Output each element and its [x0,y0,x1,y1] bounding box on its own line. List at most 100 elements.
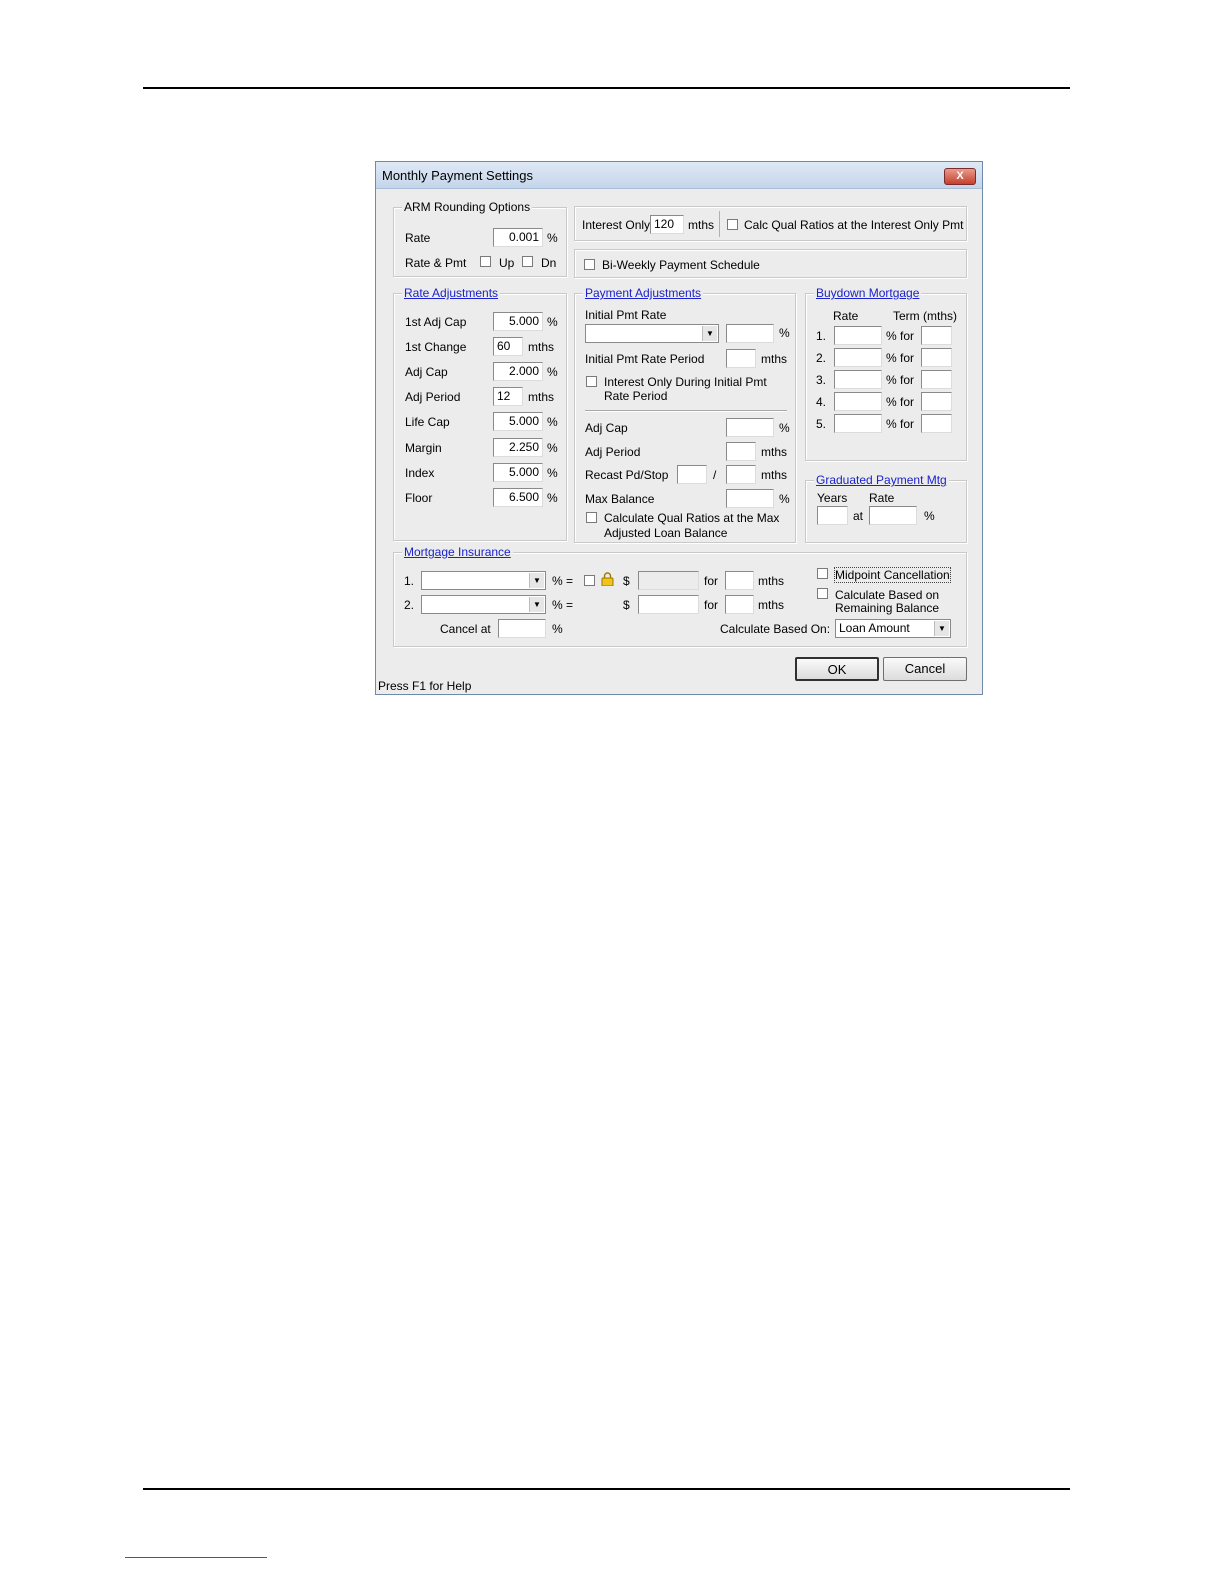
calc-based-on-dropdown[interactable]: Loan Amount ▼ [835,619,951,638]
rounding-rate-label: Rate [405,231,431,245]
chevron-down-icon[interactable]: ▼ [529,597,544,612]
close-button[interactable]: X [944,168,976,185]
interest-only-input[interactable]: 120 [650,215,684,234]
initial-pmt-rate-input[interactable] [726,324,774,343]
buydown-rate-input[interactable] [834,348,882,367]
buydown-term-input[interactable] [921,392,952,411]
buydown-rate-input[interactable] [834,414,882,433]
adj-period-input[interactable]: 12 [493,387,523,406]
initial-pmt-rate-dropdown[interactable]: ▼ [585,324,719,343]
graduated-years-header: Years [817,491,848,505]
buydown-term-input[interactable] [921,326,952,345]
initial-pmt-period-label: Initial Pmt Rate Period [585,352,705,366]
recast-period-input[interactable] [677,465,707,484]
initial-pmt-period-input[interactable] [726,349,756,368]
rate-pmt-label: Rate & Pmt [405,256,467,270]
mi-row2-mths-input[interactable] [725,595,754,614]
adj-cap-input[interactable]: 2.000 [493,362,543,381]
midpoint-cancellation-checkbox[interactable] [817,568,828,579]
buydown-term-input[interactable] [921,348,952,367]
margin-label: Margin [405,441,442,455]
mortgage-insurance-title[interactable]: Mortgage Insurance [402,545,513,559]
pa-adj-period-label: Adj Period [585,445,641,459]
payment-adjustments-group: Payment Adjustments Initial Pmt Rate ▼ %… [574,286,796,543]
ok-button[interactable]: OK [795,657,879,681]
adj-cap-label: Adj Cap [405,365,448,379]
first-adj-cap-input[interactable]: 5.000 [493,312,543,331]
rate-adjustments-title[interactable]: Rate Adjustments [402,286,501,300]
calc-remaining-label-2: Remaining Balance [835,601,940,615]
graduated-rate-input[interactable] [869,506,917,525]
buydown-term-input[interactable] [921,414,952,433]
interest-only-during-label-2: Rate Period [604,389,668,403]
margin-input[interactable]: 2.250 [493,438,543,457]
interest-only-divider [719,211,720,237]
mi-row1-dropdown[interactable]: ▼ [421,571,546,590]
lock-icon [601,572,614,587]
chevron-down-icon[interactable]: ▼ [934,621,949,636]
adj-period-unit: mths [528,390,555,404]
buydown-group: Buydown Mortgage Rate Term (mths) 1. % f… [805,286,967,461]
rounding-rate-input[interactable]: 0.001 [493,228,543,247]
graduated-payment-title[interactable]: Graduated Payment Mtg [814,473,949,487]
floor-unit: % [547,491,558,505]
cancel-button[interactable]: Cancel [883,657,967,681]
buydown-row-num: 3. [816,373,827,387]
chevron-down-icon[interactable]: ▼ [529,573,544,588]
max-balance-label: Max Balance [585,492,655,506]
arm-rounding-group: ARM Rounding Options Rate 0.001 % Rate &… [393,200,567,277]
cancel-at-input[interactable] [498,619,546,638]
round-dn-checkbox[interactable] [522,256,533,267]
graduated-years-input[interactable] [817,506,848,525]
first-change-input[interactable]: 60 [493,337,523,356]
graduated-at-label: at [853,509,864,523]
mi-row1-pct-eq: % = [552,574,574,588]
recast-stop-input[interactable] [726,465,756,484]
buydown-row-num: 1. [816,329,827,343]
calc-qual-max-checkbox[interactable] [586,512,597,523]
title-bar: Monthly Payment Settings X [376,162,982,189]
buydown-pct-for: % for [886,329,915,343]
buydown-row-num: 4. [816,395,827,409]
biweekly-checkbox[interactable] [584,259,595,270]
floor-label: Floor [405,491,433,505]
first-adj-cap-unit: % [547,315,558,329]
buydown-row-num: 2. [816,351,827,365]
pa-adj-cap-input[interactable] [726,418,774,437]
initial-pmt-period-unit: mths [761,352,788,366]
mi-row2-mths: mths [758,598,785,612]
mi-lock-checkbox[interactable] [584,575,595,586]
mi-row1-mths-input[interactable] [725,571,754,590]
recast-slash: / [713,468,717,482]
calc-qual-max-label-1: Calculate Qual Ratios at the Max [604,511,780,525]
mi-row2-dropdown[interactable]: ▼ [421,595,546,614]
chevron-down-icon[interactable]: ▼ [702,326,717,341]
graduated-rate-header: Rate [869,491,895,505]
mortgage-insurance-group: Mortgage Insurance 1. ▼ % = $ for mths 2… [393,545,967,647]
calc-qual-interest-only-checkbox[interactable] [727,219,738,230]
round-up-checkbox[interactable] [480,256,491,267]
buydown-rate-input[interactable] [834,370,882,389]
buydown-rate-input[interactable] [834,392,882,411]
payment-adjustments-title[interactable]: Payment Adjustments [583,286,704,300]
calc-qual-max-label-2: Adjusted Loan Balance [604,526,728,540]
index-input[interactable]: 5.000 [493,463,543,482]
calc-remaining-balance-checkbox[interactable] [817,588,828,599]
interest-only-label: Interest Only [582,218,651,232]
rounding-rate-pct: % [547,231,558,245]
buydown-rate-input[interactable] [834,326,882,345]
mi-row1-amount-input[interactable] [638,571,699,590]
life-cap-label: Life Cap [405,415,450,429]
floor-input[interactable]: 6.500 [493,488,543,507]
biweekly-group: Bi-Weekly Payment Schedule [574,249,967,278]
interest-only-during-checkbox[interactable] [586,376,597,387]
buydown-title[interactable]: Buydown Mortgage [814,286,922,300]
initial-pmt-rate-label: Initial Pmt Rate [585,308,667,322]
pa-adj-period-input[interactable] [726,442,756,461]
max-balance-input[interactable] [726,489,774,508]
mi-row2-amount-input[interactable] [638,595,699,614]
pa-adj-cap-pct: % [779,421,790,435]
life-cap-input[interactable]: 5.000 [493,412,543,431]
buydown-term-input[interactable] [921,370,952,389]
recast-unit: mths [761,468,788,482]
